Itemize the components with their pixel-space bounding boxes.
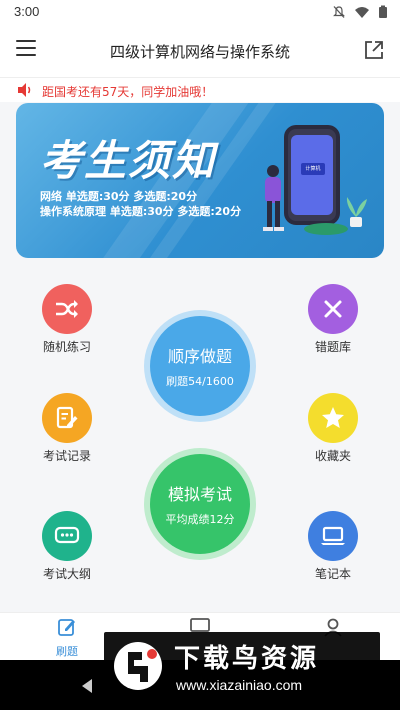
bird-logo-icon bbox=[114, 642, 162, 690]
banner-line-network: 网络 单选题:30分 多选题:20分 bbox=[40, 190, 198, 203]
phone-chip-text: 计算机 bbox=[305, 166, 321, 172]
notice-text: 距国考还有57天，同学加油哦！ bbox=[42, 85, 214, 99]
wrong-questions-button[interactable] bbox=[308, 284, 358, 334]
exam-records-button[interactable] bbox=[42, 393, 92, 443]
share-icon[interactable] bbox=[362, 38, 386, 62]
exam-outline-label: 考试大纲 bbox=[42, 567, 91, 581]
mute-icon bbox=[333, 6, 345, 18]
laptop-icon bbox=[321, 526, 345, 545]
notebook-label: 笔记本 bbox=[314, 567, 351, 581]
wifi-icon bbox=[355, 7, 369, 18]
banner-line-os: 操作系统原理 单选题:30分 多选题:20分 bbox=[40, 205, 242, 218]
exam-records-label: 考试记录 bbox=[42, 449, 91, 463]
watermark-url: www.xiazainiao.com bbox=[176, 677, 303, 693]
wrong-questions-label: 错题库 bbox=[314, 340, 351, 354]
sequential-practice-progress: 刷题54/1600 bbox=[166, 375, 234, 388]
phone-illustration: 计算机 bbox=[284, 125, 340, 225]
favorites-button[interactable] bbox=[308, 393, 358, 443]
tab-practice-label: 刷题 bbox=[56, 645, 78, 658]
app-bar: 四级计算机网络与操作系统 bbox=[0, 24, 400, 78]
chat-dots-icon bbox=[54, 526, 80, 544]
star-icon bbox=[322, 407, 344, 428]
speaker-icon bbox=[18, 83, 31, 97]
edit-icon bbox=[58, 619, 75, 636]
countdown-notice: 距国考还有57天，同学加油哦！ bbox=[0, 78, 400, 102]
notebook-button[interactable] bbox=[308, 511, 358, 561]
phone-chip: 计算机 bbox=[301, 163, 325, 175]
banner-platform bbox=[304, 223, 348, 235]
phone-screen bbox=[291, 135, 333, 215]
watermark-overlay: 下载鸟资源 www.xiazainiao.com bbox=[104, 632, 380, 700]
tab-practice[interactable]: 刷题 bbox=[37, 617, 97, 659]
exam-outline-button[interactable] bbox=[42, 511, 92, 561]
battery-icon bbox=[379, 5, 387, 18]
sequential-practice-title: 顺序做题 bbox=[167, 347, 232, 366]
status-bar: 3:00 bbox=[0, 0, 400, 24]
mock-exam-button[interactable]: 模拟考试 平均成绩12分 bbox=[150, 454, 250, 554]
back-icon[interactable] bbox=[80, 678, 94, 694]
favorites-label: 收藏夹 bbox=[314, 449, 351, 463]
page-title: 四级计算机网络与操作系统 bbox=[109, 43, 290, 61]
watermark-title: 下载鸟资源 bbox=[174, 644, 320, 674]
exam-notice-banner[interactable]: 考生须知 网络 单选题:30分 多选题:20分 操作系统原理 单选题:30分 多… bbox=[16, 103, 384, 258]
random-practice-button[interactable] bbox=[42, 284, 92, 334]
banner-headline: 考生须知 bbox=[40, 136, 217, 185]
shuffle-icon bbox=[56, 300, 78, 318]
status-time: 3:00 bbox=[14, 4, 40, 19]
person-illustration bbox=[263, 165, 284, 231]
mock-exam-score: 平均成绩12分 bbox=[165, 513, 235, 526]
random-practice-label: 随机练习 bbox=[42, 340, 91, 354]
status-icons bbox=[332, 5, 388, 19]
close-icon bbox=[324, 300, 342, 318]
mock-exam-title: 模拟考试 bbox=[167, 485, 232, 504]
sequential-practice-button[interactable]: 顺序做题 刷题54/1600 bbox=[150, 316, 250, 416]
edit-doc-icon bbox=[56, 406, 78, 429]
